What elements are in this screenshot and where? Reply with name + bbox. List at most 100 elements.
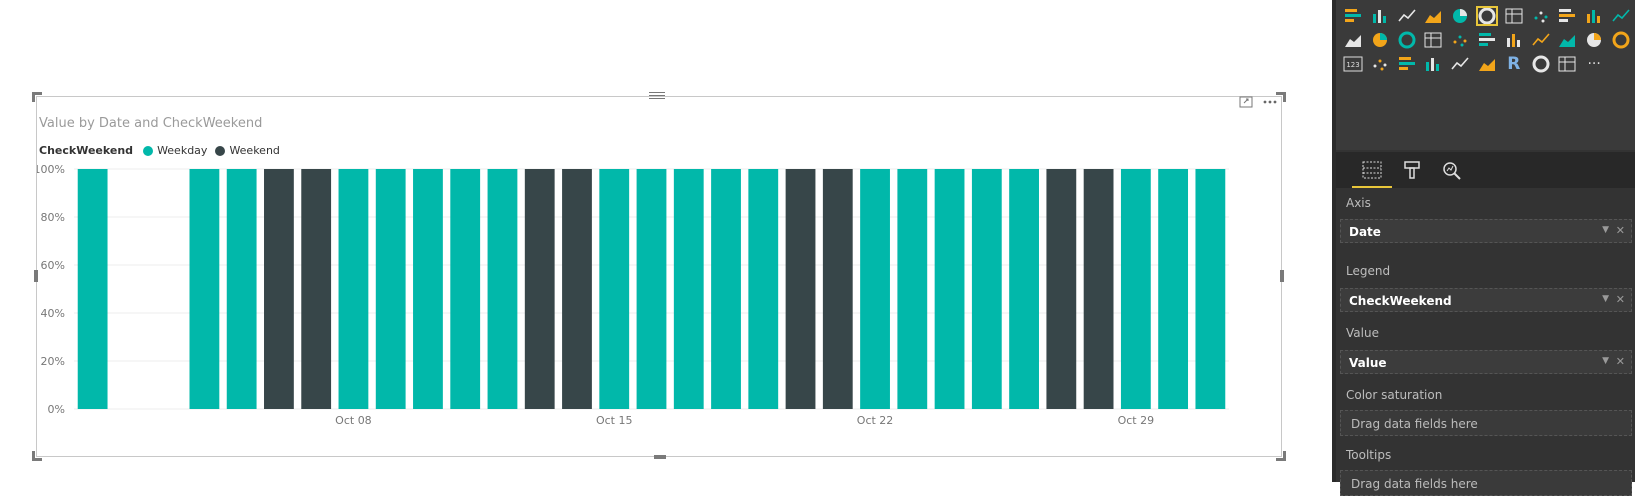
legend-well-field[interactable]: CheckWeekend ▼ ✕ xyxy=(1340,288,1632,312)
legend-item-weekend[interactable]: Weekend xyxy=(215,144,280,157)
svg-text:123: 123 xyxy=(1346,61,1359,69)
multirow-card-icon[interactable] xyxy=(1369,54,1391,74)
resize-handle-bottom-left[interactable] xyxy=(32,451,42,461)
chart-visual[interactable]: Value by Date and CheckWeekend CheckWeek… xyxy=(32,92,1286,461)
fields-tab[interactable] xyxy=(1352,158,1392,188)
r-visual-icon[interactable]: R xyxy=(1503,54,1525,74)
legend-label-weekday: Weekday xyxy=(157,144,208,157)
legend-item-weekday[interactable]: Weekday xyxy=(143,144,207,157)
chart-plot: 0% 20% 40% 60% 80% 100% Oct 08 Oct 15 Oct 22 Oct … xyxy=(37,163,1229,427)
bar-weekday-8[interactable] xyxy=(375,169,406,409)
arcgis-icon[interactable] xyxy=(1530,54,1552,74)
100-stacked-bar-icon[interactable] xyxy=(1449,6,1471,26)
bar-weekday-21[interactable] xyxy=(860,169,890,409)
bar-weekday-14[interactable] xyxy=(599,169,630,409)
treemap-icon[interactable] xyxy=(1476,30,1498,50)
stacked-column-icon[interactable] xyxy=(1369,6,1391,26)
bar-weekend-27[interactable] xyxy=(1083,169,1114,409)
legend-field-name: CheckWeekend xyxy=(1349,294,1452,308)
slicer-icon[interactable] xyxy=(1422,54,1444,74)
area-chart-icon[interactable] xyxy=(1530,6,1552,26)
drag-grip-icon[interactable] xyxy=(649,92,665,102)
focus-mode-icon[interactable] xyxy=(1239,96,1253,112)
legend-title: CheckWeekend xyxy=(39,144,134,157)
bar-weekday-16[interactable] xyxy=(673,169,704,409)
line-stacked-column-icon[interactable] xyxy=(1583,6,1605,26)
bar-weekday-11[interactable] xyxy=(487,169,518,409)
analytics-tab[interactable] xyxy=(1438,158,1466,182)
bar-weekday-0[interactable] xyxy=(77,169,108,409)
chevron-down-icon[interactable]: ▼ xyxy=(1602,356,1609,366)
gauge-icon[interactable] xyxy=(1610,30,1632,50)
more-options-icon[interactable] xyxy=(1263,96,1277,112)
value-well-label: Value xyxy=(1346,326,1379,340)
bar-weekday-28[interactable] xyxy=(1120,169,1151,409)
line-clustered-column-icon[interactable] xyxy=(1610,6,1632,26)
bar-weekday-17[interactable] xyxy=(711,169,741,409)
bar-weekend-12[interactable] xyxy=(524,169,555,409)
bar-weekday-10[interactable] xyxy=(450,169,481,409)
x-tick-label: Oct 22 xyxy=(857,414,894,427)
100-stacked-column-icon[interactable] xyxy=(1475,6,1498,26)
custom-visual-icon[interactable] xyxy=(1556,54,1578,74)
stacked-bar-icon[interactable] xyxy=(1342,6,1364,26)
bar-weekday-18[interactable] xyxy=(748,169,779,409)
x-tick-label: Oct 29 xyxy=(1118,414,1155,427)
chevron-down-icon[interactable]: ▼ xyxy=(1602,294,1609,304)
legend-dot-weekend xyxy=(215,145,226,156)
bar-weekday-22[interactable] xyxy=(897,169,928,409)
more-visuals-icon[interactable]: ··· xyxy=(1583,54,1605,74)
resize-handle-bottom[interactable] xyxy=(654,455,666,459)
x-tick-label: Oct 15 xyxy=(596,414,633,427)
bar-weekend-26[interactable] xyxy=(1046,169,1077,409)
color-saturation-drop-zone[interactable]: Drag data fields here xyxy=(1340,410,1632,436)
bar-weekday-25[interactable] xyxy=(1009,169,1039,409)
bar-weekday-29[interactable] xyxy=(1158,169,1189,409)
resize-handle-bottom-right[interactable] xyxy=(1276,451,1286,461)
bar-weekday-7[interactable] xyxy=(338,169,369,409)
funnel-icon[interactable] xyxy=(1583,30,1605,50)
remove-field-icon[interactable]: ✕ xyxy=(1616,355,1625,368)
tooltips-drop-zone[interactable]: Drag data fields here xyxy=(1340,470,1632,496)
bar-weekend-5[interactable] xyxy=(264,169,294,409)
axis-well-field[interactable]: Date ▼ ✕ xyxy=(1340,219,1632,243)
ribbon-chart-icon[interactable] xyxy=(1342,30,1364,50)
donut-icon[interactable] xyxy=(1449,30,1471,50)
bar-weekday-30[interactable] xyxy=(1195,169,1226,409)
chevron-down-icon[interactable]: ▼ xyxy=(1602,225,1609,235)
shape-map-icon[interactable] xyxy=(1556,30,1578,50)
map-icon[interactable] xyxy=(1503,30,1525,50)
clustered-bar-icon[interactable] xyxy=(1396,6,1418,26)
bar-weekday-4[interactable] xyxy=(226,169,257,409)
format-tab[interactable] xyxy=(1398,158,1426,182)
pie-icon[interactable] xyxy=(1422,30,1444,50)
card-icon[interactable]: 123 xyxy=(1342,54,1364,74)
bar-weekday-3[interactable] xyxy=(189,169,220,409)
line-chart-icon[interactable] xyxy=(1503,6,1525,26)
bar-weekend-20[interactable] xyxy=(822,169,853,409)
axis-well-label: Axis xyxy=(1346,196,1371,210)
bar-weekend-19[interactable] xyxy=(785,169,816,409)
scatter-icon[interactable] xyxy=(1396,30,1418,50)
bar-weekday-24[interactable] xyxy=(971,169,1002,409)
clustered-column-icon[interactable] xyxy=(1422,6,1444,26)
bar-weekday-9[interactable] xyxy=(413,169,443,409)
matrix-icon[interactable] xyxy=(1476,54,1498,74)
bar-weekday-23[interactable] xyxy=(934,169,965,409)
bar-weekend-13[interactable] xyxy=(562,169,592,409)
value-field-name: Value xyxy=(1349,356,1387,370)
value-well-field[interactable]: Value ▼ ✕ xyxy=(1340,350,1632,374)
bar-weekend-6[interactable] xyxy=(301,169,332,409)
axis-field-name: Date xyxy=(1349,225,1381,239)
chart-title: Value by Date and CheckWeekend xyxy=(39,116,263,131)
remove-field-icon[interactable]: ✕ xyxy=(1616,293,1625,306)
resize-handle-top-right[interactable] xyxy=(1276,92,1286,102)
stacked-area-icon[interactable] xyxy=(1556,6,1578,26)
kpi-icon[interactable] xyxy=(1396,54,1418,74)
bar-weekday-15[interactable] xyxy=(636,169,667,409)
waterfall-icon[interactable] xyxy=(1369,30,1391,50)
resize-handle-top-left[interactable] xyxy=(32,92,42,102)
filled-map-icon[interactable] xyxy=(1530,30,1552,50)
table-icon[interactable] xyxy=(1449,54,1471,74)
remove-field-icon[interactable]: ✕ xyxy=(1616,224,1625,237)
